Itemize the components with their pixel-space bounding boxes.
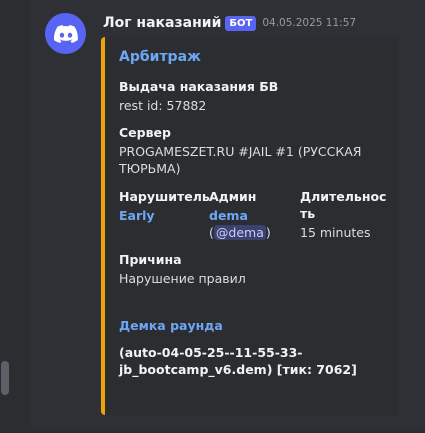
field-demo: Демка раунда (auto-04-05-25--11-55-33- j… [119, 317, 394, 378]
field-demo-value-line2: jb_bootcamp_v6.dem) [тик: 7062] [119, 362, 357, 377]
field-demo-value-line1: (auto-04-05-25--11-55-33- [119, 345, 303, 360]
field-duration: Длительнос ть 15 minutes [300, 188, 386, 241]
field-violator-name: Нарушитель [119, 189, 210, 204]
field-reason: Причина Нарушение правил [119, 251, 246, 287]
field-duration-value: 15 minutes [300, 225, 371, 240]
admin-mention[interactable]: @dema [213, 225, 266, 240]
field-admin: Админ dema (@dema) [209, 188, 271, 241]
scrollbar-thumb[interactable] [1, 361, 9, 395]
admin-mention-row: (@dema) [209, 224, 271, 241]
discord-logo-icon [53, 24, 78, 43]
field-punishment-value: rest id: 57882 [119, 98, 207, 113]
scrollbar-track[interactable] [0, 0, 12, 433]
admin-link[interactable]: dema [209, 207, 271, 224]
username[interactable]: Лог наказаний [103, 15, 221, 31]
bot-avatar[interactable] [45, 13, 86, 54]
field-server-value-line2: ТЮРЬМА) [119, 161, 181, 176]
field-punishment-name: Выдача наказания БВ [119, 79, 279, 94]
bot-badge: БОТ [225, 15, 257, 31]
field-reason-value: Нарушение правил [119, 271, 246, 286]
embed-title: Арбитраж [119, 49, 201, 65]
field-violator: Нарушитель Early [119, 188, 210, 224]
field-server-name: Сервер [119, 125, 171, 140]
timestamp[interactable]: 04.05.2025 11:57 [262, 17, 356, 29]
violator-link[interactable]: Early [119, 207, 210, 224]
field-punishment: Выдача наказания БВ rest id: 57882 [119, 78, 278, 114]
field-server: Сервер PROGAMESZET.RU #JAIL #1 (РУССКАЯ … [119, 124, 389, 177]
field-server-value-line1: PROGAMESZET.RU #JAIL #1 (РУССКАЯ [119, 144, 362, 159]
field-duration-name-line2: ть [300, 206, 316, 221]
mention-close-paren: ) [265, 225, 271, 240]
field-reason-name: Причина [119, 252, 182, 267]
field-admin-name: Админ [209, 189, 257, 204]
field-demo-name[interactable]: Демка раунда [119, 317, 394, 334]
message-header: Лог наказаний БОТ 04.05.2025 11:57 [103, 13, 356, 33]
embed-card: Арбитраж Выдача наказания БВ rest id: 57… [101, 37, 398, 415]
field-duration-name-line1: Длительнос [300, 189, 387, 204]
